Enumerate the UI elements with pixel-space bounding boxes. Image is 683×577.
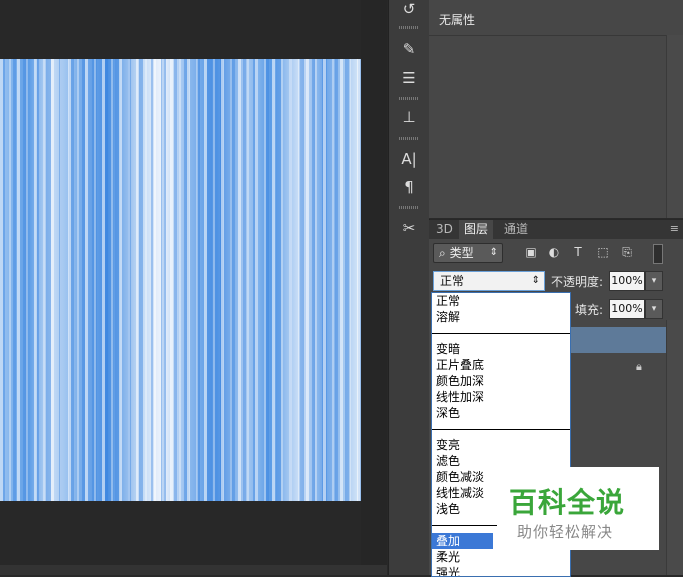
blend-option[interactable]: 溶解 xyxy=(436,309,460,325)
blend-option[interactable]: 颜色减淡 xyxy=(436,469,484,485)
filter-value: 类型 xyxy=(449,246,474,260)
filter-toggle[interactable] xyxy=(653,244,663,264)
history-icon[interactable]: ↺ xyxy=(397,0,421,21)
search-icon: ⌕ xyxy=(439,246,446,260)
image-icon[interactable]: ▣ xyxy=(523,244,539,260)
layer-filter-select[interactable]: ⌕ 类型 ⇕ xyxy=(433,243,503,263)
smart-object-icon[interactable]: ⎘ xyxy=(619,244,635,260)
strip-grip[interactable] xyxy=(399,137,419,140)
fill-input[interactable]: 100% xyxy=(609,299,645,319)
blend-option[interactable]: 滤色 xyxy=(436,453,460,469)
properties-title: 无属性 xyxy=(439,13,476,27)
fill-label: 填充: xyxy=(575,303,604,317)
properties-scrollbar[interactable] xyxy=(666,35,683,218)
document-canvas[interactable] xyxy=(0,59,361,501)
lock-icon: 🔒︎ xyxy=(636,360,642,373)
blend-option[interactable]: 正常 xyxy=(436,293,460,309)
blend-option-selected[interactable]: 叠加 xyxy=(432,533,493,549)
divider xyxy=(432,429,570,430)
shape-icon[interactable]: ⬚ xyxy=(595,244,611,260)
chevron-updown-icon: ⇕ xyxy=(489,247,498,258)
tab-layers[interactable]: 图层 xyxy=(459,220,494,239)
blend-mode-select[interactable]: 正常 ⇕ xyxy=(433,271,545,291)
panel-icon-strip: ↺ ✎ ☰ ⊥ A| ¶ ✂ xyxy=(388,0,430,575)
watermark: 百科全说 助你轻松解决 xyxy=(497,467,659,550)
blend-option[interactable]: 颜色加深 xyxy=(436,373,484,389)
chevron-updown-icon: ⇕ xyxy=(531,275,540,286)
brush-preset-icon[interactable]: ✎ xyxy=(397,37,421,61)
tab-channels[interactable]: 通道 xyxy=(499,220,533,239)
strip-grip[interactable] xyxy=(399,26,419,29)
blend-mode-value: 正常 xyxy=(440,274,465,288)
opacity-label: 不透明度: xyxy=(551,275,604,289)
blend-option[interactable]: 线性减淡 xyxy=(436,485,484,501)
layers-scrollbar[interactable] xyxy=(666,320,683,575)
tab-3d[interactable]: 3D xyxy=(431,220,458,239)
opacity-input[interactable]: 100% xyxy=(609,271,645,291)
blend-option[interactable]: 深色 xyxy=(436,405,460,421)
strip-grip[interactable] xyxy=(399,206,419,209)
blend-option[interactable]: 变暗 xyxy=(436,341,460,357)
layer-row-selected[interactable] xyxy=(569,327,666,353)
tool-presets-icon[interactable]: ✂ xyxy=(397,216,421,240)
blend-option[interactable]: 浅色 xyxy=(436,501,460,517)
chevron-down-icon[interactable]: ▾ xyxy=(645,271,663,291)
panel-menu-icon[interactable]: ≡ xyxy=(670,222,679,235)
canvas-gutter xyxy=(361,0,387,575)
adjustment-icon[interactable]: ◐ xyxy=(546,244,562,260)
type-icon[interactable]: T xyxy=(570,244,586,260)
clone-source-icon[interactable]: ⊥ xyxy=(397,105,421,129)
watermark-title: 百科全说 xyxy=(509,486,626,519)
adjustments-icon[interactable]: ☰ xyxy=(397,66,421,90)
divider xyxy=(432,333,570,334)
horizontal-scrollbar[interactable] xyxy=(0,565,387,575)
divider xyxy=(429,35,683,36)
blend-option[interactable]: 线性加深 xyxy=(436,389,484,405)
blend-option[interactable]: 变亮 xyxy=(436,437,460,453)
panel-tabbar: 3D 图层 通道 ≡ xyxy=(429,220,683,239)
strip-grip[interactable] xyxy=(399,97,419,100)
character-icon[interactable]: A| xyxy=(397,147,421,171)
paragraph-icon[interactable]: ¶ xyxy=(397,175,421,199)
blend-option[interactable]: 柔光 xyxy=(436,549,460,565)
properties-panel: 无属性 xyxy=(429,0,683,219)
blend-option[interactable]: 强光 xyxy=(436,565,460,576)
watermark-subtitle: 助你轻松解决 xyxy=(517,523,614,541)
blend-option[interactable]: 正片叠底 xyxy=(436,357,484,373)
chevron-down-icon[interactable]: ▾ xyxy=(645,299,663,319)
